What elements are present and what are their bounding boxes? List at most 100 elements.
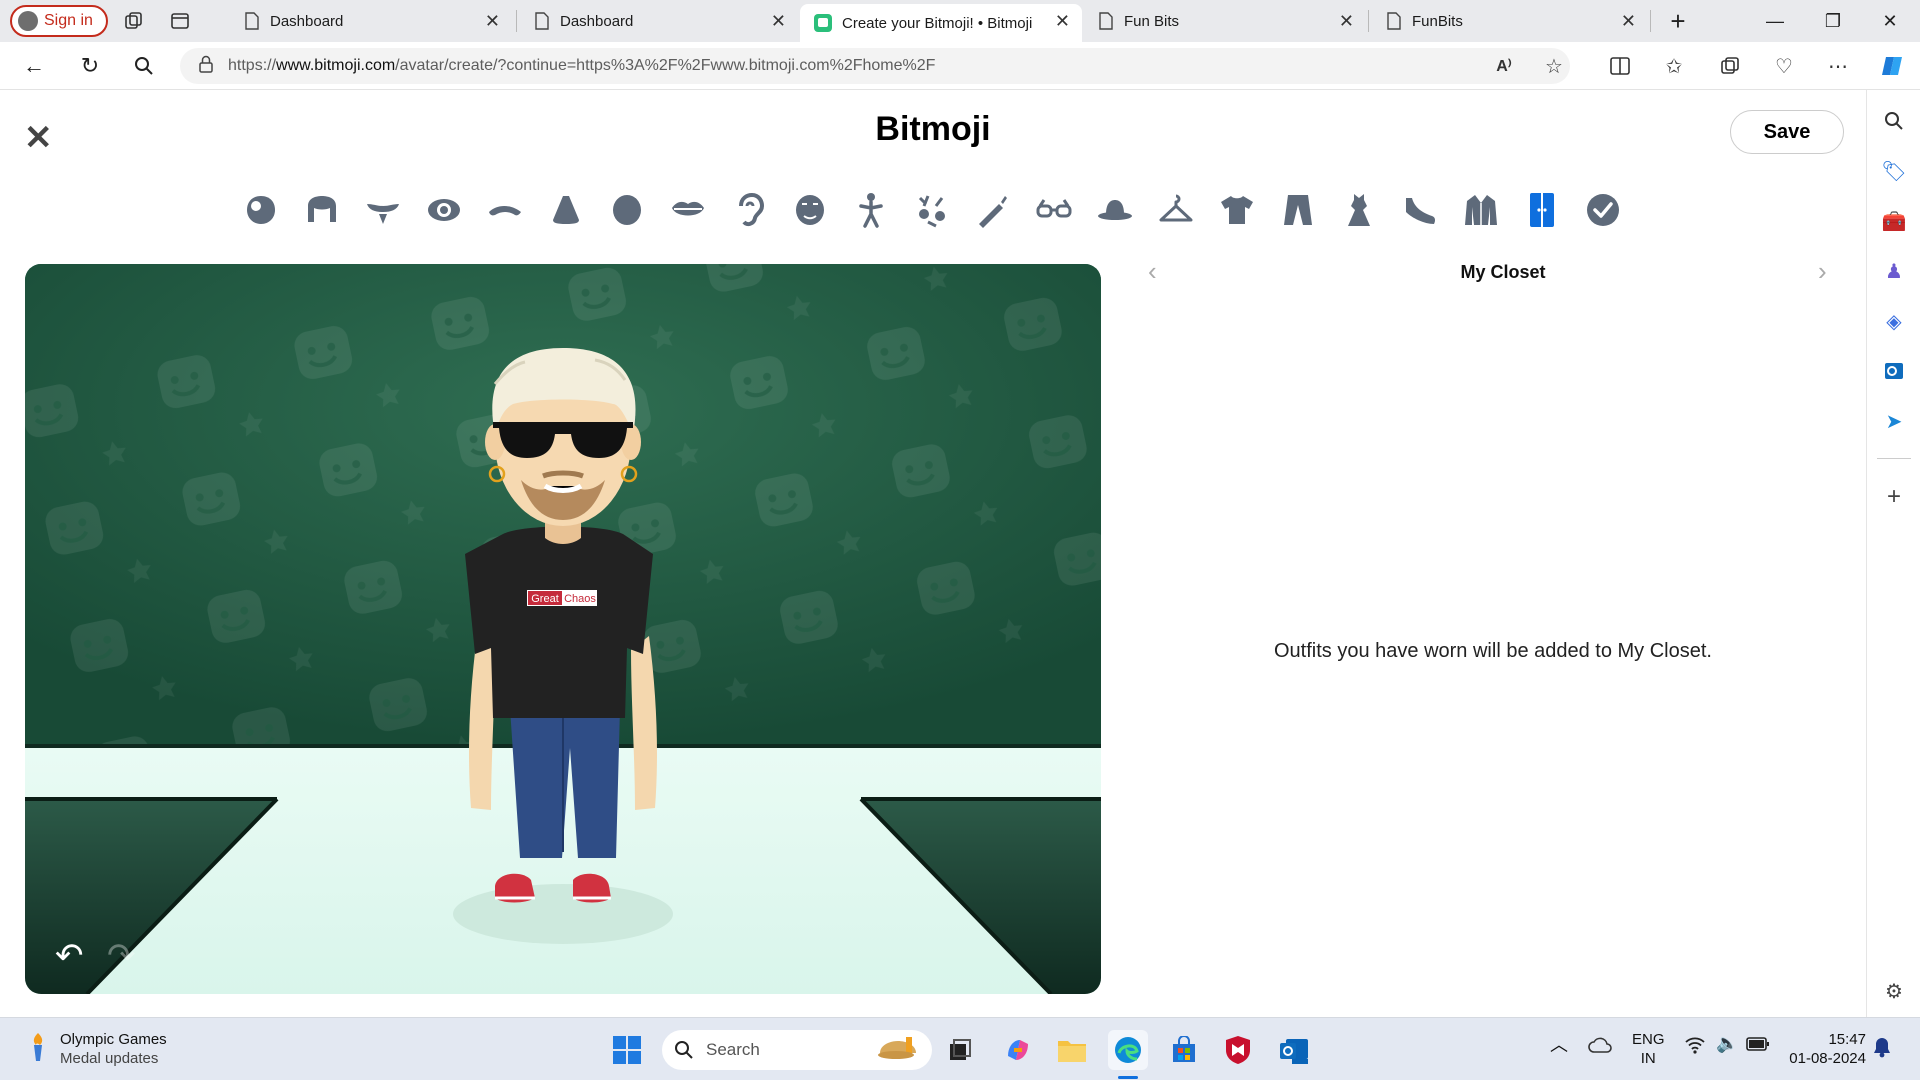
file-explorer-icon[interactable] — [1052, 1030, 1092, 1070]
url-domain: www.bitmoji.com — [276, 57, 396, 74]
microsoft-store-icon[interactable] — [1164, 1030, 1204, 1070]
undo-icon[interactable]: ↶ — [55, 936, 84, 976]
favorite-star-icon[interactable]: ☆ — [1538, 52, 1570, 80]
minimize-icon[interactable]: — — [1747, 0, 1803, 42]
sidebar-divider — [1877, 458, 1911, 459]
edge-browser-icon[interactable] — [1108, 1030, 1148, 1070]
facial-hair-icon[interactable] — [362, 190, 403, 230]
torch-icon — [26, 1031, 50, 1068]
sidebar-search-icon[interactable] — [1879, 106, 1909, 136]
tab-title: Dashboard — [270, 12, 344, 30]
close-window-icon[interactable]: ✕ — [1862, 0, 1918, 42]
save-button[interactable]: Save — [1730, 110, 1844, 154]
sign-in-button[interactable]: Sign in — [10, 5, 108, 37]
sidebar-settings-icon[interactable]: ⚙ — [1879, 976, 1909, 1006]
ear-icon[interactable] — [728, 190, 769, 230]
tab-dashboard-1[interactable]: Dashboard ✕ — [230, 4, 512, 38]
hat-icon[interactable] — [1094, 190, 1135, 230]
tab-separator — [1368, 10, 1369, 32]
more-menu-icon[interactable]: ⋯ — [1822, 52, 1854, 80]
language-indicator[interactable]: ENG IN — [1632, 1030, 1665, 1068]
active-app-indicator — [1118, 1076, 1138, 1079]
tab-title: Create your Bitmoji! • Bitmoji — [842, 14, 1033, 32]
eye-icon[interactable] — [423, 190, 464, 230]
show-hidden-icons[interactable]: ︿ — [1550, 1036, 1568, 1055]
hanger-icon[interactable] — [1155, 190, 1196, 230]
category-toolbar — [240, 190, 1623, 230]
tools-icon[interactable]: 🧰 — [1879, 206, 1909, 236]
url-prefix: https:// — [228, 57, 277, 74]
nose-icon[interactable] — [545, 190, 586, 230]
browser-essentials-icon[interactable]: ♡ — [1768, 52, 1800, 80]
head-icon[interactable] — [606, 190, 647, 230]
wifi-icon[interactable] — [1684, 1036, 1706, 1059]
collections-icon[interactable] — [1714, 52, 1746, 80]
new-tab-icon[interactable]: + — [1650, 0, 1706, 42]
search-icon — [675, 1041, 693, 1059]
start-icon[interactable] — [607, 1030, 647, 1070]
add-sidebar-app-icon[interactable]: + — [1879, 482, 1909, 512]
tab-fun-bits[interactable]: Fun Bits ✕ — [1084, 4, 1366, 38]
tab-actions-icon[interactable] — [160, 5, 200, 37]
outlook-new-icon[interactable] — [1274, 1030, 1314, 1070]
sign-in-label: Sign in — [44, 12, 93, 29]
accessories-icon[interactable] — [911, 190, 952, 230]
closet-icon[interactable] — [1521, 190, 1562, 230]
volume-icon[interactable]: 🔈 — [1716, 1034, 1738, 1053]
dress-icon[interactable] — [1338, 190, 1379, 230]
page-icon — [1387, 12, 1401, 30]
restore-icon[interactable]: ❐ — [1805, 0, 1861, 42]
back-icon[interactable]: ← — [16, 50, 52, 82]
copilot-icon[interactable] — [1876, 52, 1908, 80]
microsoft-365-icon[interactable]: ◈ — [1879, 306, 1909, 336]
tab-funbits[interactable]: FunBits ✕ — [1372, 4, 1648, 38]
tab-create-bitmoji[interactable]: Create your Bitmoji! • Bitmoji ✕ — [800, 4, 1082, 42]
notification-bell-icon[interactable] — [1872, 1036, 1892, 1063]
tshirt-icon[interactable] — [1216, 190, 1257, 230]
weather-widget[interactable]: Olympic Games Medal updates — [26, 1030, 167, 1068]
outlook-icon[interactable] — [1879, 356, 1909, 386]
bitmoji-favicon-icon — [814, 14, 832, 32]
profile-icon — [18, 11, 38, 31]
checkmark-icon[interactable] — [1582, 190, 1623, 230]
close-tab-icon[interactable]: ✕ — [771, 11, 786, 32]
close-tab-icon[interactable]: ✕ — [1621, 11, 1636, 32]
workspaces-icon[interactable] — [114, 5, 154, 37]
split-screen-icon[interactable] — [1604, 52, 1636, 80]
close-tab-icon[interactable]: ✕ — [1055, 11, 1070, 32]
shopping-tag-icon[interactable]: 🏷 — [1879, 156, 1909, 186]
body-icon[interactable] — [850, 190, 891, 230]
mcafee-icon[interactable] — [1218, 1030, 1258, 1070]
shoe-icon[interactable] — [1399, 190, 1440, 230]
clock[interactable]: 15:47 01-08-2024 — [1786, 1030, 1866, 1068]
hair-icon[interactable] — [301, 190, 342, 230]
battery-icon[interactable] — [1746, 1036, 1770, 1057]
taskbar-search[interactable]: Search — [662, 1030, 932, 1070]
url-path: /avatar/create/?continue=https%3A%2F%2Fw… — [395, 57, 936, 74]
avatar-preview-canvas: Great Chaos ↶ ↷ — [25, 264, 1101, 994]
close-tab-icon[interactable]: ✕ — [485, 11, 500, 32]
makeup-icon[interactable] — [972, 190, 1013, 230]
pants-icon[interactable] — [1277, 190, 1318, 230]
face-shape-icon[interactable] — [240, 190, 281, 230]
read-aloud-icon[interactable]: A⁾ — [1488, 52, 1520, 80]
copilot-taskbar-icon[interactable] — [998, 1030, 1038, 1070]
search-icon[interactable] — [126, 50, 162, 82]
refresh-icon[interactable]: ↻ — [72, 50, 108, 82]
onedrive-icon[interactable] — [1588, 1034, 1614, 1061]
outerwear-icon[interactable] — [1460, 190, 1501, 230]
close-tab-icon[interactable]: ✕ — [1339, 11, 1354, 32]
lips-icon[interactable] — [667, 190, 708, 230]
face-lines-icon[interactable] — [789, 190, 830, 230]
tab-dashboard-2[interactable]: Dashboard ✕ — [520, 4, 798, 38]
eyebrow-icon[interactable] — [484, 190, 525, 230]
tab-title: Fun Bits — [1124, 12, 1180, 30]
favorites-icon[interactable]: ✩ — [1658, 52, 1690, 80]
page-icon — [245, 12, 259, 30]
send-icon[interactable]: ➤ — [1879, 406, 1909, 436]
glasses-icon[interactable] — [1033, 190, 1074, 230]
next-chevron-icon[interactable]: › — [1818, 256, 1827, 287]
redo-icon[interactable]: ↷ — [107, 936, 136, 976]
url-field[interactable]: https://www.bitmoji.com/avatar/create/?c… — [180, 48, 1570, 84]
task-view-icon[interactable] — [940, 1030, 980, 1070]
